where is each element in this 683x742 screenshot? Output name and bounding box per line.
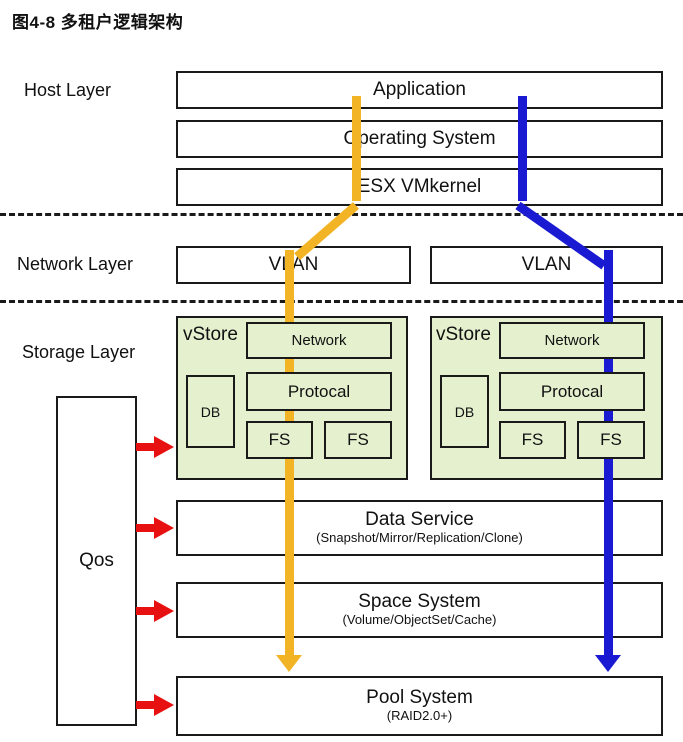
vstore-1-db-label: DB	[200, 403, 221, 420]
vstore-2-fs-label-1: FS	[521, 430, 544, 449]
layer-label-host: Host Layer	[24, 80, 112, 100]
figure-caption: 图4-8 多租户逻辑架构	[12, 13, 184, 32]
vstore-label-1: vStore	[183, 324, 238, 345]
qos-arrow-to-vstore	[136, 436, 176, 458]
storage-box-pool-system-sub: (RAID2.0+)	[386, 708, 453, 724]
host-box-esx-vmkernel-label: ESX VMkernel	[357, 176, 482, 198]
qos-arrow-to-space-system	[136, 600, 176, 622]
network-box-vlan-2[interactable]: VLAN	[430, 246, 663, 284]
vstore-1-fs-label-1: FS	[268, 430, 291, 449]
vstore-2-db-label: DB	[454, 403, 475, 420]
storage-box-pool-system[interactable]: Pool System (RAID2.0+)	[176, 676, 663, 736]
vstore-2-fs-box-2[interactable]: FS	[577, 421, 645, 459]
vstore-2-network-label: Network	[544, 332, 600, 349]
qos-arrow-head	[154, 517, 174, 539]
storage-box-space-system-title: Space System	[358, 591, 481, 613]
vstore-2-fs-box-1[interactable]: FS	[499, 421, 566, 459]
host-box-application[interactable]: Application	[176, 71, 663, 109]
storage-box-data-service-sub: (Snapshot/Mirror/Replication/Clone)	[316, 530, 523, 546]
storage-box-space-system[interactable]: Space System (Volume/ObjectSet/Cache)	[176, 582, 663, 638]
flow-arrowhead-tenant-a	[276, 655, 302, 672]
storage-box-data-service-title: Data Service	[365, 509, 474, 531]
flow-arrowhead-tenant-b	[595, 655, 621, 672]
separator-network-storage	[0, 300, 683, 303]
qos-arrow-head	[154, 694, 174, 716]
flow-line-tenant-b-vstore	[604, 336, 613, 496]
vstore-2-fs-label-2: FS	[600, 430, 622, 449]
qos-arrow-to-data-service	[136, 517, 176, 539]
qos-box[interactable]: Qos	[56, 396, 137, 726]
flow-line-tenant-a-host	[352, 96, 361, 201]
qos-arrow-head	[154, 436, 174, 458]
host-box-operating-system[interactable]: Operating System	[176, 120, 663, 158]
figure-canvas: 图4-8 多租户逻辑架构 Host Layer Network Layer St…	[0, 0, 683, 742]
layer-label-storage: Storage Layer	[22, 342, 136, 362]
vstore-1-fs-label-2: FS	[347, 430, 369, 449]
flow-line-tenant-b-spacesystem	[604, 586, 613, 661]
host-box-esx-vmkernel[interactable]: ESX VMkernel	[176, 168, 663, 206]
vstore-1-fs-box-2[interactable]: FS	[324, 421, 392, 459]
vstore-2-network-box[interactable]: Network	[499, 322, 645, 359]
flow-line-tenant-a-dataservice	[285, 496, 294, 586]
flow-line-tenant-b-dataservice	[604, 496, 613, 586]
flow-line-tenant-b-host	[518, 96, 527, 201]
flow-line-tenant-a-vstore	[285, 336, 294, 496]
vstore-1-db-box[interactable]: DB	[186, 375, 235, 448]
host-box-operating-system-label: Operating System	[343, 128, 496, 150]
storage-box-pool-system-title: Pool System	[366, 687, 473, 709]
qos-box-label: Qos	[79, 550, 114, 572]
vstore-1-protocol-label: Protocal	[287, 381, 351, 401]
qos-arrow-to-pool-system	[136, 694, 176, 716]
qos-arrow-head	[154, 600, 174, 622]
layer-label-network: Network Layer	[17, 254, 134, 274]
vstore-2-db-box[interactable]: DB	[440, 375, 489, 448]
host-box-application-label: Application	[373, 79, 466, 101]
flow-line-tenant-a-spacesystem	[285, 586, 294, 661]
vstore-label-2: vStore	[436, 324, 491, 345]
vstore-1-network-label: Network	[291, 332, 347, 349]
storage-box-data-service[interactable]: Data Service (Snapshot/Mirror/Replicatio…	[176, 500, 663, 556]
vstore-1-protocol-box[interactable]: Protocal	[246, 372, 392, 411]
network-box-vlan-2-label: VLAN	[521, 254, 572, 276]
vstore-1-network-box[interactable]: Network	[246, 322, 392, 359]
vstore-2-protocol-label: Protocal	[540, 381, 604, 401]
vstore-2-protocol-box[interactable]: Protocal	[499, 372, 645, 411]
storage-box-space-system-sub: (Volume/ObjectSet/Cache)	[342, 612, 497, 628]
vstore-1-fs-box-1[interactable]: FS	[246, 421, 313, 459]
